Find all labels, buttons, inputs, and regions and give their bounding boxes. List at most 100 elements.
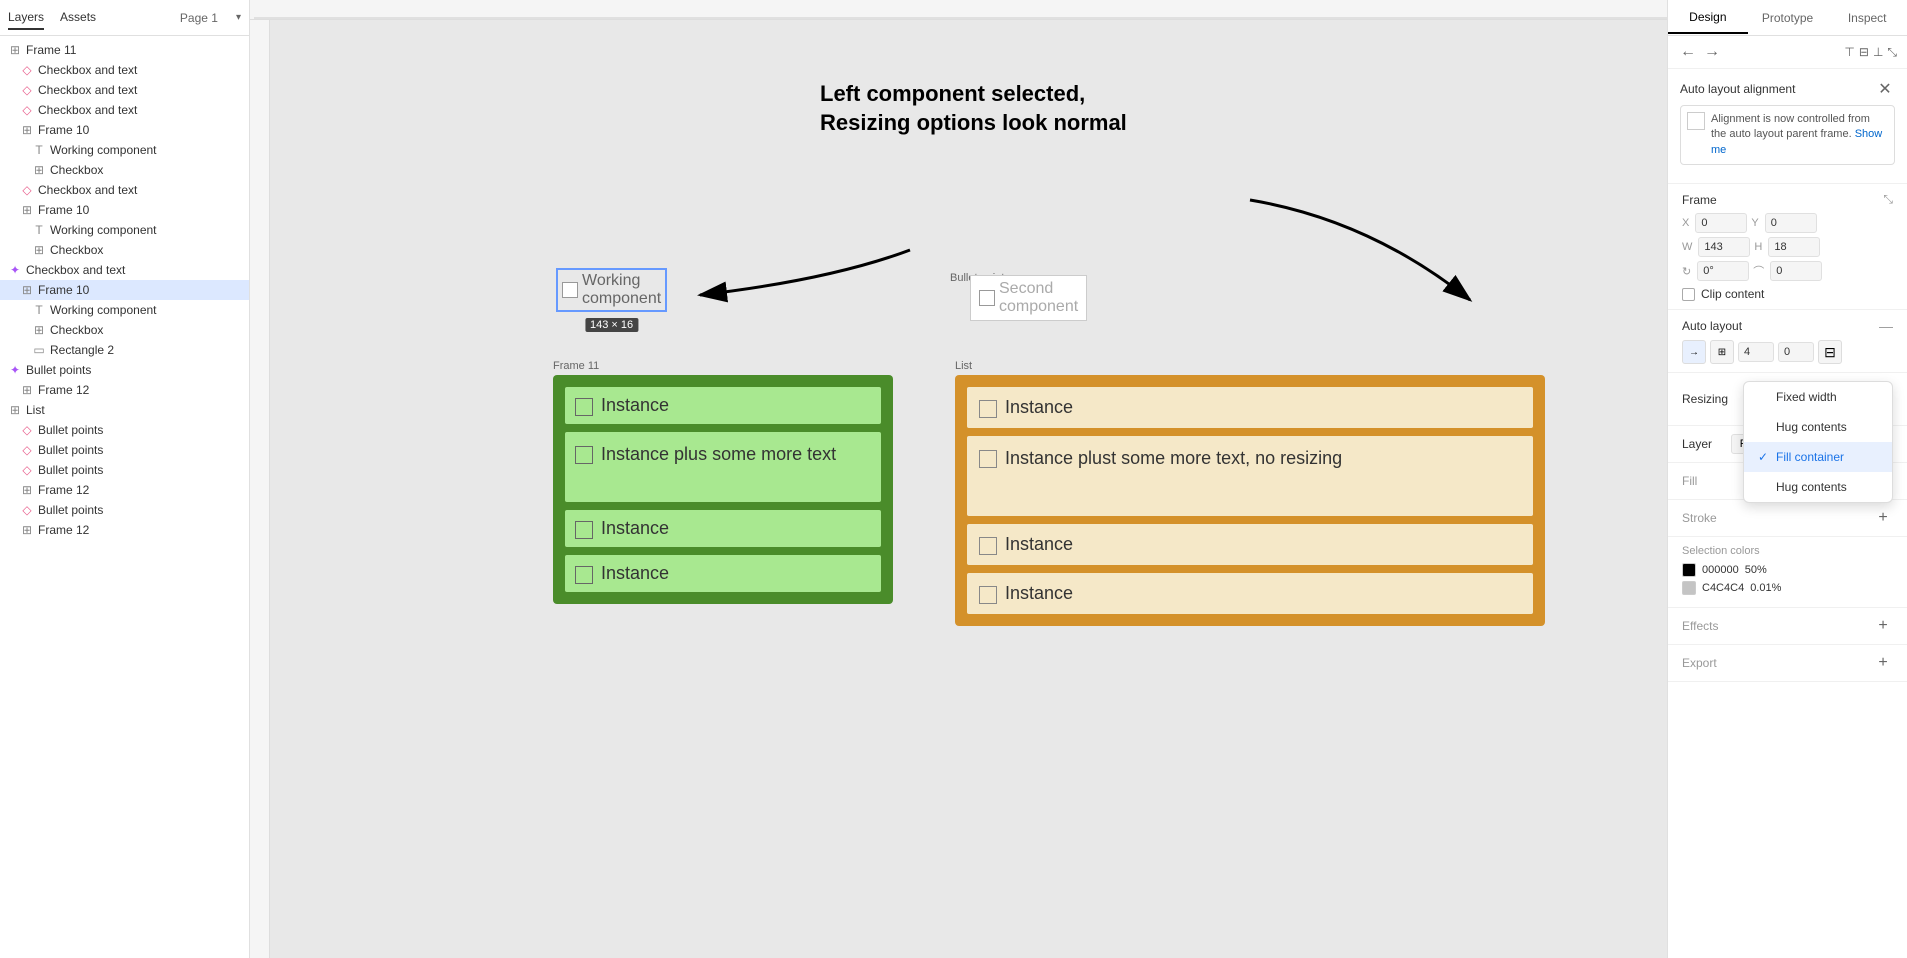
layer-frame12-1[interactable]: ⊞ Frame 12 xyxy=(0,380,249,400)
rotation-field[interactable] xyxy=(1697,261,1749,281)
layer-list[interactable]: ⊞ List xyxy=(0,400,249,420)
sc-item-1[interactable]: 000000 50% xyxy=(1682,563,1893,577)
canvas-content[interactable]: Left component selected, Resizing option… xyxy=(270,20,1667,958)
frame-icon: ⊞ xyxy=(20,383,34,397)
layer-frame12-2[interactable]: ⊞ Frame 12 xyxy=(0,480,249,500)
layer-checkbox-text-2[interactable]: ◇ Checkbox and text xyxy=(0,80,249,100)
h-field[interactable] xyxy=(1768,237,1820,257)
layer-working-component-2[interactable]: T Working component xyxy=(0,220,249,240)
auto-layout-controls: → ⊞ ⊟ xyxy=(1682,340,1893,364)
x-field[interactable] xyxy=(1695,213,1747,233)
sc-label: Second component xyxy=(999,280,1078,316)
y-label: Y xyxy=(1751,217,1758,229)
working-component-selected[interactable]: Working component 143 × 16 xyxy=(556,268,667,312)
layer-frame10-2[interactable]: ⊞ Frame 10 xyxy=(0,200,249,220)
tab-assets[interactable]: Assets xyxy=(60,6,96,30)
layer-checkbox-text-4[interactable]: ◇ Checkbox and text xyxy=(0,180,249,200)
al-more-btn[interactable]: ⊟ xyxy=(1818,340,1842,364)
w-field[interactable] xyxy=(1698,237,1750,257)
page-chevron-icon[interactable]: ▾ xyxy=(236,12,241,23)
green-item-3[interactable]: Instance xyxy=(565,510,881,547)
green-item-4[interactable]: Instance xyxy=(565,555,881,592)
layer-bullet-points-3[interactable]: ◇ Bullet points xyxy=(0,460,249,480)
orange-item-1[interactable]: Instance xyxy=(967,387,1533,428)
frame-wh-row: W H xyxy=(1682,237,1893,257)
y-field[interactable] xyxy=(1765,213,1817,233)
nav-back-button[interactable]: ← xyxy=(1678,42,1698,62)
rd-fill-container[interactable]: ✓ Fill container xyxy=(1744,442,1892,472)
layer-frame11[interactable]: ⊞ Frame 11 xyxy=(0,40,249,60)
rd-fixed-width[interactable]: Fixed width xyxy=(1744,382,1892,412)
ruler-horizontal xyxy=(250,0,1667,20)
tab-inspect[interactable]: Inspect xyxy=(1827,3,1907,33)
rd-hug-contents-2[interactable]: Hug contents xyxy=(1744,472,1892,502)
frame-xy-row: X Y xyxy=(1682,213,1893,233)
layer-checkbox-text-3[interactable]: ◇ Checkbox and text xyxy=(0,100,249,120)
layer-frame12-3[interactable]: ⊞ Frame 12 xyxy=(0,520,249,540)
rot-label: ↻ xyxy=(1682,265,1691,278)
sc-swatch-1 xyxy=(1682,563,1696,577)
al-gap-field[interactable] xyxy=(1738,342,1774,362)
layer-checkbox-2[interactable]: ⊞ Checkbox xyxy=(0,240,249,260)
align-bottom-icon[interactable]: ⊥ xyxy=(1873,45,1883,60)
add-export-button[interactable]: + xyxy=(1873,653,1893,673)
tab-layers[interactable]: Layers xyxy=(8,6,44,30)
green-item-2[interactable]: Instance plus some more text xyxy=(565,432,881,502)
sc-item-2[interactable]: C4C4C4 0.01% xyxy=(1682,581,1893,595)
layer-working-component-1[interactable]: T Working component xyxy=(0,140,249,160)
resizing-dropdown[interactable]: Fixed width Hug contents ✓ Fill containe… xyxy=(1743,381,1893,503)
close-auto-layout-alignment-button[interactable]: ✕ xyxy=(1875,79,1895,99)
orange-item-4[interactable]: Instance xyxy=(967,573,1533,614)
add-effect-button[interactable]: + xyxy=(1873,616,1893,636)
layer-working-component-3[interactable]: T Working component xyxy=(0,300,249,320)
al-padding-field[interactable] xyxy=(1778,342,1814,362)
frame-icon: ⊞ xyxy=(8,403,22,417)
add-stroke-button[interactable]: + xyxy=(1873,508,1893,528)
remove-auto-layout-button[interactable]: — xyxy=(1879,318,1893,334)
align-center-v-icon[interactable]: ⊟ xyxy=(1859,45,1869,60)
fill-label: Fill xyxy=(1682,474,1697,488)
component-icon: ◇ xyxy=(20,103,34,117)
rd-hug-contents[interactable]: Hug contents xyxy=(1744,412,1892,442)
frame-icon: ⊞ xyxy=(20,523,34,537)
orange-item-3[interactable]: Instance xyxy=(967,524,1533,565)
layer-bullet-points-4[interactable]: ◇ Bullet points xyxy=(0,500,249,520)
layer-bullet-points-1[interactable]: ◇ Bullet points xyxy=(0,420,249,440)
al-direction-btn[interactable]: → xyxy=(1682,340,1706,364)
export-section: Export + xyxy=(1668,645,1907,682)
rd-check-3: ✓ xyxy=(1756,450,1770,464)
al-align-btn[interactable]: ⊞ xyxy=(1710,340,1734,364)
layer-rectangle2[interactable]: ▭ Rectangle 2 xyxy=(0,340,249,360)
oi-checkbox-3 xyxy=(979,537,997,555)
align-icons: ⊤ ⊟ ⊥ ⤡ xyxy=(1844,45,1897,60)
align-top-icon[interactable]: ⊤ xyxy=(1844,45,1854,60)
frame-resize-icon[interactable]: ⤡ xyxy=(1883,192,1893,207)
green-item-1[interactable]: Instance xyxy=(565,387,881,424)
clip-content-label[interactable]: Clip content xyxy=(1682,287,1893,301)
component-main-icon: ✦ xyxy=(8,263,22,277)
page-selector[interactable]: Page 1 xyxy=(180,11,218,25)
layer-frame10-selected[interactable]: ⊞ Frame 10 xyxy=(0,280,249,300)
rd-check-2 xyxy=(1756,420,1770,434)
layer-checkbox-text-1[interactable]: ◇ Checkbox and text xyxy=(0,60,249,80)
nav-forward-button[interactable]: → xyxy=(1702,42,1722,62)
layer-bullet-points-main[interactable]: ✦ Bullet points xyxy=(0,360,249,380)
tab-design[interactable]: Design xyxy=(1668,2,1748,34)
text-icon: T xyxy=(32,303,46,317)
layer-checkbox-3[interactable]: ⊞ Checkbox xyxy=(0,320,249,340)
second-component[interactable]: Second component xyxy=(970,275,1087,321)
layer-checkbox-1[interactable]: ⊞ Checkbox xyxy=(0,160,249,180)
clip-content-checkbox[interactable] xyxy=(1682,288,1695,301)
canvas-area[interactable]: Left component selected, Resizing option… xyxy=(250,0,1667,958)
layer-checkbox-and-text-main[interactable]: ✦ Checkbox and text xyxy=(0,260,249,280)
layer-frame10-1[interactable]: ⊞ Frame 10 xyxy=(0,120,249,140)
resize-icon[interactable]: ⤡ xyxy=(1887,45,1897,60)
auto-layout-align-box: Alignment is now controlled from the aut… xyxy=(1680,105,1895,165)
corner-field[interactable] xyxy=(1770,261,1822,281)
orange-item-2[interactable]: Instance plust some more text, no resizi… xyxy=(967,436,1533,516)
auto-layout-section: Auto layout — → ⊞ ⊟ xyxy=(1668,310,1907,373)
tab-prototype[interactable]: Prototype xyxy=(1748,3,1828,33)
gi-checkbox-4 xyxy=(575,566,593,584)
oi-checkbox-4 xyxy=(979,586,997,604)
layer-bullet-points-2[interactable]: ◇ Bullet points xyxy=(0,440,249,460)
